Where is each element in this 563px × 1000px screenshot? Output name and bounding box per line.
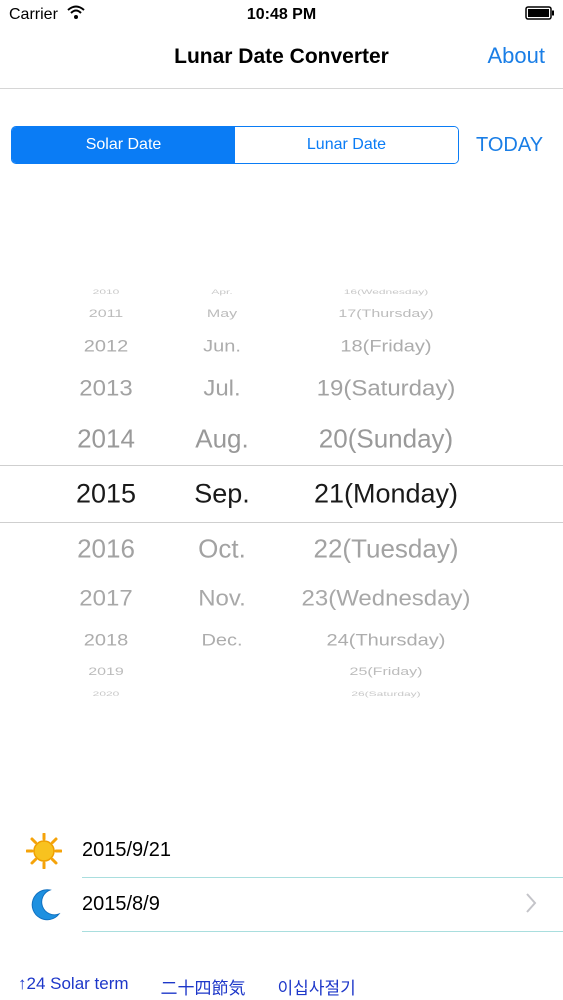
navigation-bar: Lunar Date Converter About bbox=[0, 30, 563, 89]
today-button[interactable]: TODAY bbox=[476, 134, 543, 157]
picker-days-cell: 20(Sunday) bbox=[318, 423, 454, 454]
solar-date-value: 2015/9/21 bbox=[82, 839, 171, 861]
picker-years-cell: 2010 bbox=[92, 288, 120, 296]
picker-days-cell: 19(Saturday) bbox=[316, 375, 456, 402]
picker-selection-bottom-line bbox=[0, 522, 563, 523]
picker-months-cell: Dec. bbox=[201, 631, 243, 650]
picker-days-cell: 23(Wednesday) bbox=[301, 585, 471, 612]
picker-days-cell: 21(Monday) bbox=[313, 478, 459, 509]
moon-icon bbox=[31, 889, 61, 921]
picker-months-cell: Sep. bbox=[194, 478, 250, 509]
tab-lunar-date[interactable]: Lunar Date bbox=[235, 127, 458, 163]
page-title: Lunar Date Converter bbox=[174, 45, 389, 68]
picker-years-cell: 2011 bbox=[88, 307, 124, 320]
battery-icon bbox=[525, 6, 554, 20]
picker-years-cell: 2015 bbox=[75, 478, 137, 509]
picker-years-cell: 2012 bbox=[83, 337, 129, 356]
picker-months-cell: Apr. bbox=[211, 288, 233, 296]
date-picker[interactable]: 2010 Apr. 16(Wednesday) 2011 May 17(Thursday)… bbox=[0, 270, 563, 710]
date-type-segmented-control: Solar Date Lunar Date bbox=[11, 126, 459, 164]
sun-icon bbox=[26, 833, 62, 869]
solar-term-link[interactable]: ↑24 Solar term bbox=[18, 974, 129, 999]
picker-years-cell: 2018 bbox=[83, 631, 129, 650]
about-button[interactable]: About bbox=[488, 43, 546, 69]
status-bar: Carrier 10:48 PM bbox=[0, 0, 563, 30]
korean-solar-term-link[interactable]: 이십사절기 bbox=[278, 974, 356, 999]
picker-days-cell: 17(Thursday) bbox=[338, 307, 434, 320]
picker-years-cell: 2014 bbox=[77, 423, 135, 454]
chevron-right-icon bbox=[526, 893, 537, 913]
picker-months-cell: Nov. bbox=[198, 585, 246, 612]
picker-months-cell: Oct. bbox=[198, 533, 246, 564]
picker-months-cell: Aug. bbox=[195, 423, 249, 454]
bottom-links: ↑24 Solar term 二十四節気 이십사절기 bbox=[18, 974, 388, 999]
clock: 10:48 PM bbox=[246, 6, 317, 23]
lunar-date-value: 2015/8/9 bbox=[82, 893, 160, 915]
picker-months-cell: Jun. bbox=[203, 337, 241, 356]
picker-days-cell: 18(Friday) bbox=[340, 337, 432, 356]
picker-years-cell: 2020 bbox=[92, 690, 120, 698]
lunar-result-row[interactable]: 2015/8/9 bbox=[0, 878, 563, 932]
picker-days-cell: 25(Friday) bbox=[349, 665, 423, 678]
picker-days-cell: 16(Wednesday) bbox=[343, 288, 429, 296]
picker-years-cell: 2016 bbox=[77, 533, 135, 564]
picker-years-cell: 2017 bbox=[79, 585, 133, 612]
tab-solar-date[interactable]: Solar Date bbox=[12, 127, 235, 163]
picker-years-cell: 2013 bbox=[79, 375, 133, 402]
picker-days-cell: 24(Thursday) bbox=[326, 631, 446, 650]
picker-months-cell: May bbox=[206, 307, 238, 320]
row-separator bbox=[82, 931, 563, 932]
solar-result-row: 2015/9/21 bbox=[0, 824, 563, 878]
picker-selection-top-line bbox=[0, 465, 563, 466]
japanese-solar-term-link[interactable]: 二十四節気 bbox=[161, 974, 246, 999]
picker-months-cell: Jul. bbox=[203, 375, 241, 402]
picker-days-cell: 22(Tuesday) bbox=[313, 533, 459, 564]
picker-days-cell: 26(Saturday) bbox=[351, 690, 421, 698]
picker-years-cell: 2019 bbox=[88, 665, 124, 678]
